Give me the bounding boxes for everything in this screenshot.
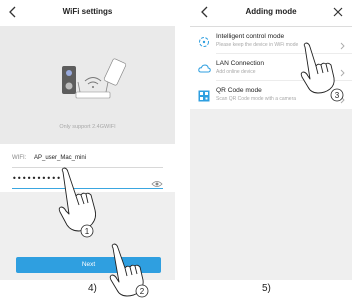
mode-item-lan[interactable]: LAN Connection Add online device	[190, 55, 352, 81]
chevron-right-icon	[340, 91, 346, 109]
eye-icon[interactable]	[151, 175, 163, 193]
wifi-settings-navbar: WiFi settings	[0, 0, 175, 27]
marker-2-text: 2	[140, 287, 145, 296]
mode-item-title: Intelligent control mode	[216, 33, 285, 40]
wifi-ssid-value[interactable]: AP_user_Mac_mini	[34, 155, 86, 161]
close-icon[interactable]	[332, 5, 344, 24]
mode-item-intelligent[interactable]: Intelligent control mode Please keep the…	[190, 28, 352, 54]
divider	[216, 80, 352, 81]
wifi-settings-screen: WiFi settings Only support 2.4GWIFI WIFI…	[0, 0, 175, 280]
page-title: WiFi settings	[62, 7, 113, 16]
cloud-icon	[198, 62, 211, 80]
password-value[interactable]: ••••••••••	[12, 174, 61, 183]
mode-item-qr[interactable]: QR Code mode Scan QR Code mode with a ca…	[190, 82, 352, 108]
qr-code-icon	[198, 89, 210, 107]
page-title: Adding mode	[245, 7, 297, 16]
divider	[12, 167, 163, 168]
wifi-label: WIFI:	[12, 155, 27, 161]
adding-mode-screen: Adding mode Intelligent control mode Ple…	[190, 0, 352, 280]
step-label-right: 5)	[262, 283, 271, 294]
password-field[interactable]: ••••••••••	[12, 171, 163, 189]
mode-item-subtitle: Add online device	[216, 69, 256, 75]
divider	[216, 53, 352, 54]
mode-item-subtitle: Scan QR Code mode with a camera	[216, 96, 297, 102]
mode-item-subtitle: Please keep the device in WiFi mode	[216, 42, 299, 48]
mode-list: Intelligent control mode Please keep the…	[190, 27, 352, 109]
wifi-form: WIFI: AP_user_Mac_mini ••••••••••	[0, 144, 175, 192]
mode-item-title: LAN Connection	[216, 60, 265, 67]
hero-caption: Only support 2.4GWIFI	[59, 124, 116, 130]
password-underline	[12, 188, 163, 189]
wifi-ssid-row[interactable]: WIFI: AP_user_Mac_mini	[12, 150, 163, 168]
next-button[interactable]: Next	[16, 257, 161, 273]
mode-item-title: QR Code mode	[216, 87, 262, 94]
adding-mode-navbar: Adding mode	[190, 0, 352, 27]
smart-config-icon	[198, 35, 210, 53]
marker-2-circle	[135, 284, 149, 298]
step-label-left: 4)	[88, 283, 97, 294]
